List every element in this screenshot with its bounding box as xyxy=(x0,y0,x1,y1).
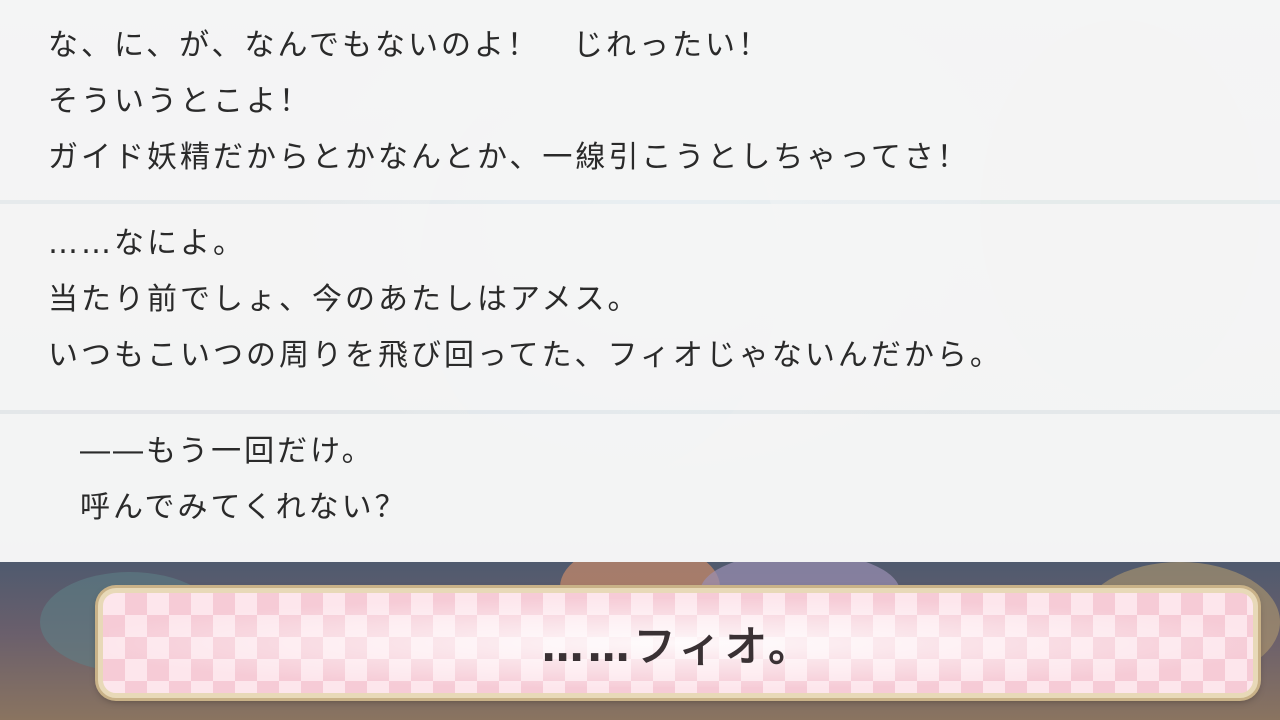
dialogue-panel: ――もう一回だけ。 呼んでみてくれない？ xyxy=(0,414,1280,562)
dialogue-line: ガイド妖精だからとかなんとか、一線引こうとしちゃってさ！ xyxy=(48,140,970,175)
dialogue-line: な、に、が、なんでもないのよ！ じれったい！ xyxy=(48,28,771,63)
dialogue-line: そういうとこよ！ xyxy=(48,84,312,119)
dialogue-panel: ……なによ。 当たり前でしょ、今のあたしはアメス。 いつもこいつの周りを飛び回っ… xyxy=(0,204,1280,410)
dialogue-line: ――もう一回だけ。 xyxy=(80,434,375,469)
choice-label: ……フィオ。 xyxy=(541,621,815,671)
dialogue-panel: な、に、が、なんでもないのよ！ じれったい！ そういうとこよ！ ガイド妖精だから… xyxy=(0,0,1280,200)
dialogue-line: 当たり前でしょ、今のあたしはアメス。 xyxy=(48,282,641,317)
choice-button[interactable]: ……フィオ。 xyxy=(98,588,1258,698)
dialogue-line: 呼んでみてくれない？ xyxy=(80,490,408,525)
dialogue-line: いつもこいつの周りを飛び回ってた、フィオじゃないんだから。 xyxy=(48,338,1003,373)
dialogue-line: ……なによ。 xyxy=(48,226,246,261)
